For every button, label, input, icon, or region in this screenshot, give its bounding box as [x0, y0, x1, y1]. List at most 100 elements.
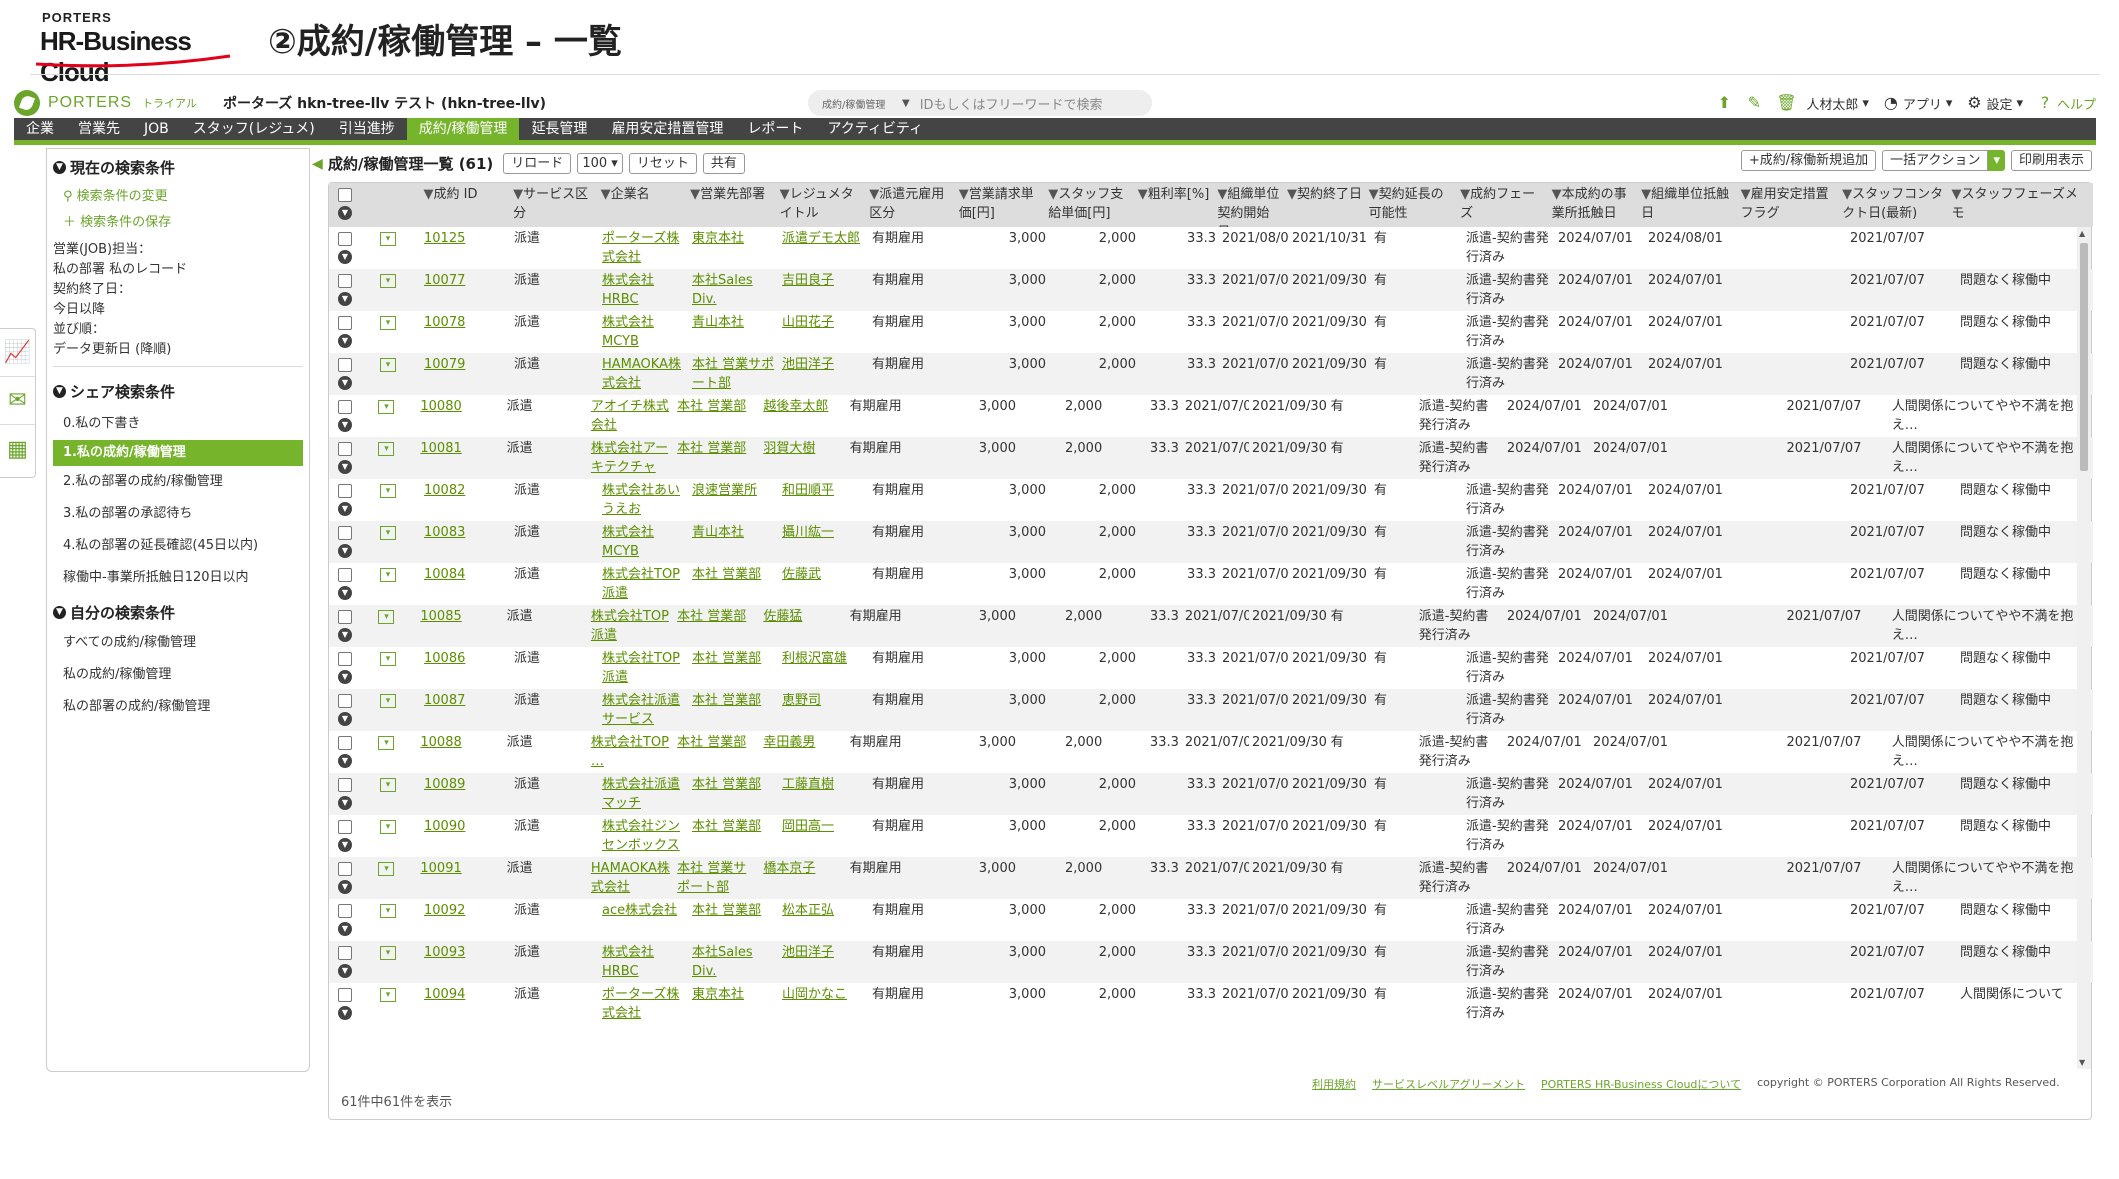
sort-icon[interactable]: ▼	[1741, 187, 1751, 202]
row-menu-icon[interactable]: ▾	[380, 316, 396, 330]
column-header[interactable]: ▼派遣元雇用区分	[866, 183, 956, 227]
row-menu-icon[interactable]: ▾	[380, 274, 396, 288]
table-row[interactable]: ▼ ▾ 10080 派遣 アオイチ株式会社 本社 営業部 越後幸太郎 有期雇用 3,000 2,0…	[329, 395, 2093, 437]
sort-icon[interactable]: ▼	[1641, 187, 1651, 202]
chevron-down-icon[interactable]: ▼	[338, 1006, 352, 1020]
own-condition-item[interactable]: 私の成約/稼働管理	[47, 659, 309, 691]
shared-condition-item[interactable]: 2.私の部署の成約/稼働管理	[47, 466, 309, 498]
menu-item-job[interactable]: JOB	[132, 118, 181, 140]
row-checkbox[interactable]	[338, 484, 352, 498]
cell-link[interactable]: 10092	[424, 903, 465, 918]
sla-link[interactable]: サービスレベルアグリーメント	[1372, 1076, 1525, 1092]
sort-icon[interactable]: ▼	[1552, 187, 1562, 202]
column-header[interactable]: ▼企業名	[598, 183, 688, 227]
chevron-down-icon[interactable]: ▼	[902, 98, 910, 109]
cell-link[interactable]: 山岡かなこ	[782, 987, 847, 1002]
row-checkbox[interactable]	[338, 358, 352, 372]
cell-link[interactable]: 10083	[424, 525, 465, 540]
row-checkbox[interactable]	[338, 526, 352, 540]
menu-item-company[interactable]: 企業	[14, 118, 66, 140]
chevron-down-icon[interactable]: ▼	[338, 838, 352, 852]
chevron-down-icon[interactable]: ▼	[338, 544, 352, 558]
sort-icon[interactable]: ▼	[959, 187, 969, 202]
sort-icon[interactable]: ▼	[1217, 187, 1227, 202]
vertical-scrollbar[interactable]: ▲ ▼	[2077, 227, 2091, 1069]
chevron-down-icon[interactable]: ▼	[338, 206, 352, 220]
cell-link[interactable]: 10094	[424, 987, 465, 1002]
row-checkbox[interactable]	[338, 988, 352, 1002]
share-button[interactable]: 共有	[702, 152, 745, 174]
cell-link[interactable]: 本社 営業部	[677, 735, 746, 750]
user-menu[interactable]: 人材太郎 ▾	[1806, 94, 1869, 113]
cell-link[interactable]: 本社 営業部	[692, 819, 761, 834]
row-menu-icon[interactable]: ▾	[380, 232, 396, 246]
table-row[interactable]: ▼ ▾ 10082 派遣 株式会社あいうえお 浪速営業所 和田順平 有期雇用 3,000 2,00…	[329, 479, 2093, 521]
cell-link[interactable]: 10084	[424, 567, 465, 582]
row-checkbox[interactable]	[338, 316, 352, 330]
cell-link[interactable]: 10078	[424, 315, 465, 330]
cell-link[interactable]: 本社 営業部	[692, 651, 761, 666]
bulk-action-button[interactable]: 一括アクション	[1882, 150, 1989, 171]
menu-item-report[interactable]: レポート	[735, 118, 815, 140]
row-checkbox[interactable]	[338, 946, 352, 960]
row-checkbox[interactable]	[338, 568, 352, 582]
cell-link[interactable]: 青山本社	[692, 525, 744, 540]
shared-condition-item-active[interactable]: 1.私の成約/稼働管理	[53, 440, 303, 466]
cell-link[interactable]: 株式会社アーキテクチャ	[591, 441, 668, 475]
row-checkbox[interactable]	[338, 736, 352, 750]
cell-link[interactable]: 株式会社派遣マッチ	[602, 777, 680, 811]
chevron-down-icon[interactable]: ▼	[338, 628, 352, 642]
change-conditions-link[interactable]: ⚲ 検索条件の変更	[47, 178, 309, 204]
menu-item-extension[interactable]: 延長管理	[519, 118, 599, 140]
table-row[interactable]: ▼ ▾ 10078 派遣 株式会社MCYB 青山本社 山田花子 有期雇用 3,000 2,000 3…	[329, 311, 2093, 353]
per-page-select[interactable]: 100 ▾	[577, 152, 623, 174]
column-header[interactable]: ▼組織単位抵触日	[1638, 183, 1737, 227]
column-header[interactable]: ▼本成約の事業所抵触日	[1549, 183, 1639, 227]
shared-condition-item[interactable]: 3.私の部署の承認待ち	[47, 498, 309, 530]
row-menu-icon[interactable]: ▾	[380, 652, 396, 666]
cell-link[interactable]: 10088	[420, 735, 461, 750]
row-menu-icon[interactable]: ▾	[380, 484, 396, 498]
cell-link[interactable]: 10082	[424, 483, 465, 498]
cell-link[interactable]: 佐藤猛	[763, 609, 802, 624]
column-header[interactable]: ▼スタッフコンタクト日(最新)	[1839, 183, 1948, 227]
cell-link[interactable]: 株式会社MCYB	[602, 525, 654, 559]
upload-icon[interactable]: ⬆	[1716, 95, 1732, 111]
sort-icon[interactable]: ▼	[601, 187, 611, 202]
cell-link[interactable]: 株式会社TOP …	[591, 735, 669, 769]
column-header[interactable]: ▼営業先部署	[687, 183, 777, 227]
shared-condition-item[interactable]: 4.私の部署の延長確認(45日以内)	[47, 530, 309, 562]
chevron-down-icon[interactable]: ▼	[338, 250, 352, 264]
terms-link[interactable]: 利用規約	[1312, 1076, 1356, 1092]
table-row[interactable]: ▼ ▾ 10085 派遣 株式会社TOP派遣 本社 営業部 佐藤猛 有期雇用 3,000 2,00…	[329, 605, 2093, 647]
cell-link[interactable]: 株式会社派遣サービス	[602, 693, 680, 727]
reset-button[interactable]: リセット	[628, 152, 697, 174]
current-conditions-header[interactable]: ▼ 現在の検索条件	[47, 149, 309, 178]
table-row[interactable]: ▼ ▾ 10092 派遣 ace株式会社 本社 営業部 松本正弘 有期雇用 3,000 2,000…	[329, 899, 2093, 941]
cell-link[interactable]: 橋本京子	[763, 861, 815, 876]
chevron-down-icon[interactable]: ▾	[1988, 150, 2005, 171]
chevron-down-icon[interactable]: ▼	[338, 712, 352, 726]
row-menu-icon[interactable]: ▾	[378, 442, 395, 456]
cell-link[interactable]: 工藤直樹	[782, 777, 834, 792]
row-menu-icon[interactable]: ▾	[380, 988, 396, 1002]
column-header[interactable]: ▼レジュメタイトル	[777, 183, 867, 227]
cell-link[interactable]: アオイチ株式会社	[591, 399, 669, 433]
table-row[interactable]: ▼ ▾ 10087 派遣 株式会社派遣サービス 本社 営業部 恵野司 有期雇用 3,000 2,0…	[329, 689, 2093, 731]
own-condition-item[interactable]: 私の部署の成約/稼働管理	[47, 691, 309, 723]
trash-icon[interactable]: 🗑	[1776, 95, 1796, 111]
cell-link[interactable]: 和田順平	[782, 483, 834, 498]
sort-icon[interactable]: ▼	[1460, 187, 1470, 202]
save-conditions-link[interactable]: ＋ 検索条件の保存	[47, 204, 309, 240]
cell-link[interactable]: 株式会社TOP派遣	[602, 651, 680, 685]
cell-link[interactable]: 攝川紘一	[782, 525, 834, 540]
row-menu-icon[interactable]: ▾	[378, 736, 395, 750]
cell-link[interactable]: 株式会社あいうえお	[602, 483, 680, 517]
shared-condition-item[interactable]: 0.私の下書き	[47, 408, 309, 440]
table-row[interactable]: ▼ ▾ 10083 派遣 株式会社MCYB 青山本社 攝川紘一 有期雇用 3,000 2,000 3…	[329, 521, 2093, 563]
cell-link[interactable]: 株式会社ジンセンボックス	[602, 819, 680, 853]
cell-link[interactable]: 株式会社TOP派遣	[591, 609, 669, 643]
cell-link[interactable]: 10085	[420, 609, 461, 624]
cell-link[interactable]: 幸田義男	[763, 735, 815, 750]
sort-icon[interactable]: ▼	[780, 187, 790, 202]
